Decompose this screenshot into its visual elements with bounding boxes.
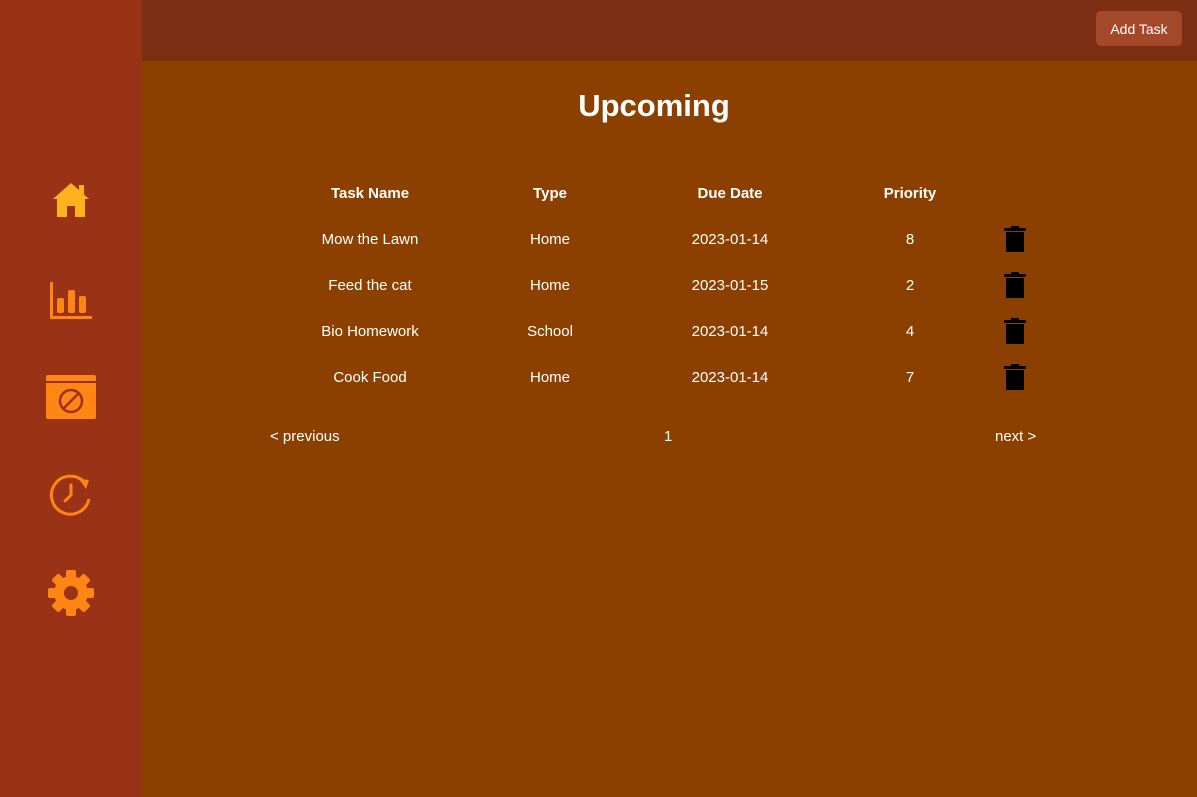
task-actions-cell (1000, 308, 1030, 354)
column-header-task-name: Task Name (330, 184, 410, 202)
table-header-row: Task Name Type Due Date Priority (280, 170, 1030, 216)
task-type-cell: School (527, 322, 573, 340)
column-header-actions (1000, 170, 1030, 216)
task-due-date-cell: 2023-01-14 (691, 230, 769, 248)
nav-settings[interactable] (0, 563, 142, 623)
blocked-calendar-icon (45, 374, 97, 420)
task-priority-cell: 4 (905, 322, 915, 340)
tasks-table: Task Name Type Due Date Priority Mow the… (280, 170, 1030, 400)
task-name-cell: Mow the Lawn (321, 230, 419, 248)
task-actions-cell (1000, 354, 1030, 400)
home-icon (52, 182, 90, 218)
task-type-cell: Home (529, 230, 570, 248)
delete-task-button[interactable] (1003, 317, 1027, 345)
task-due-date-cell: 2023-01-14 (691, 322, 769, 340)
table-row: Mow the Lawn Home 2023-01-14 8 (280, 216, 1030, 262)
task-name-cell: Cook Food (333, 368, 407, 386)
delete-task-button[interactable] (1003, 363, 1027, 391)
task-type-cell: Home (529, 276, 570, 294)
previous-page-link[interactable]: < previous (270, 428, 340, 445)
task-actions-cell (1000, 262, 1030, 308)
trash-icon (1004, 226, 1026, 252)
table-row: Cook Food Home 2023-01-14 7 (280, 354, 1030, 400)
task-type-cell: Home (529, 368, 570, 386)
bar-chart-icon (49, 280, 93, 320)
task-name-cell: Feed the cat (328, 276, 412, 294)
task-priority-cell: 2 (905, 276, 915, 294)
nav-home[interactable] (0, 170, 142, 230)
nav-blocked[interactable] (0, 367, 142, 427)
task-due-date-cell: 2023-01-14 (691, 368, 769, 386)
next-page-link[interactable]: next > (995, 428, 1036, 445)
clock-refresh-icon (49, 473, 93, 517)
task-due-date-cell: 2023-01-15 (691, 276, 769, 294)
column-header-due-date: Due Date (697, 184, 763, 202)
table-row: Bio Homework School 2023-01-14 4 (280, 308, 1030, 354)
trash-icon (1004, 318, 1026, 344)
page-title: Upcoming (578, 88, 730, 123)
task-priority-cell: 7 (905, 368, 915, 386)
nav-stats[interactable] (0, 270, 142, 330)
task-actions-cell (1000, 216, 1030, 262)
trash-icon (1004, 364, 1026, 390)
nav-history[interactable] (0, 465, 142, 525)
table-row: Feed the cat Home 2023-01-15 2 (280, 262, 1030, 308)
current-page-number: 1 (664, 428, 673, 445)
trash-icon (1004, 272, 1026, 298)
add-task-button[interactable]: Add Task (1096, 11, 1182, 46)
gear-icon (47, 569, 95, 617)
task-name-cell: Bio Homework (321, 322, 419, 340)
column-header-priority: Priority (883, 184, 937, 202)
top-bar: Add Task (142, 0, 1197, 61)
task-priority-cell: 8 (905, 230, 915, 248)
delete-task-button[interactable] (1003, 271, 1027, 299)
sidebar (0, 0, 142, 797)
delete-task-button[interactable] (1003, 225, 1027, 253)
column-header-type: Type (533, 184, 567, 202)
